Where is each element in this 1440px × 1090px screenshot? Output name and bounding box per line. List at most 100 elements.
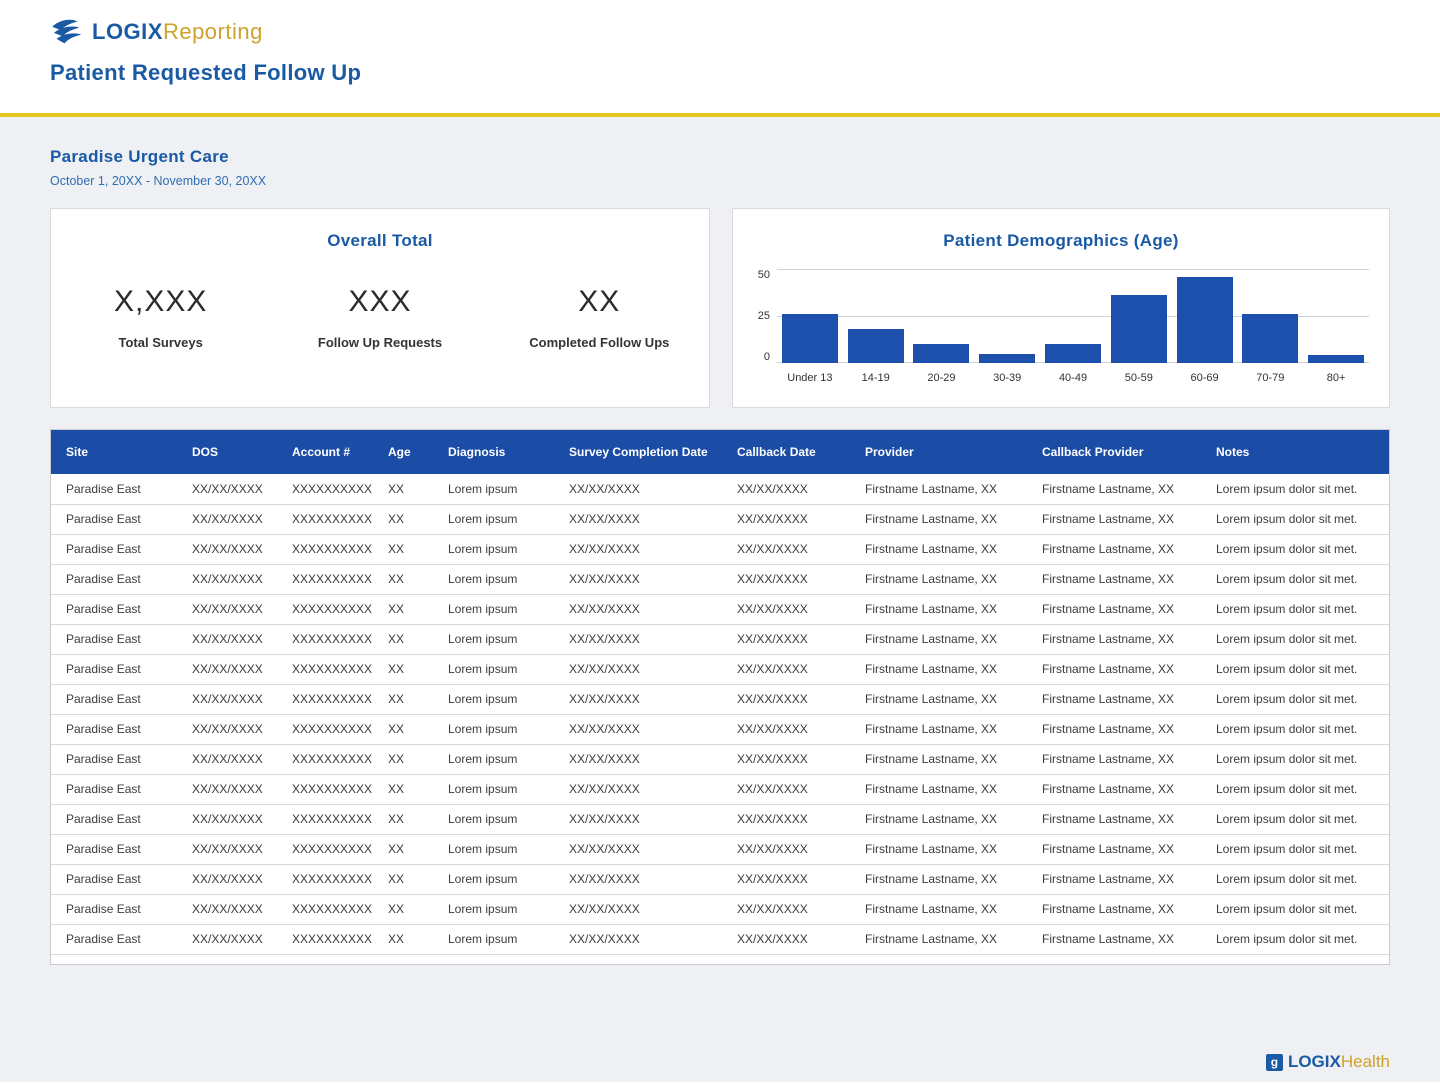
table-cell: Paradise East <box>51 924 177 955</box>
table-cell: XX/XX/XXXX <box>722 894 850 925</box>
table-cell: Lorem ipsum <box>433 834 554 865</box>
chart-x-axis: Under 13 14-19 20-29 30-39 40-49 50-59 60-69 70… <box>777 372 1369 384</box>
table-cell: XX/XX/XXXX <box>554 744 722 775</box>
table-cell: Lorem ipsum <box>433 864 554 895</box>
table-row: Paradise East XX/XX/XXXX XXXXXXXXXX XX Lorem… <box>51 474 1389 505</box>
column-header: Diagnosis <box>433 430 554 474</box>
table-cell: XX/XX/XXXX <box>554 774 722 805</box>
table-cell: XX <box>373 654 433 685</box>
table-row: Paradise East XX/XX/XXXX XXXXXXXXXX XX Lorem… <box>51 894 1389 925</box>
table-cell: Firstname Lastname, XX <box>850 684 1027 715</box>
x-tick-label: 20-29 <box>927 372 956 384</box>
table-cell: Lorem ipsum dolor sit met. <box>1201 924 1389 955</box>
table-cell: XX/XX/XXXX <box>722 774 850 805</box>
table-cell: Paradise East <box>51 864 177 895</box>
table-cell: Firstname Lastname, XX <box>1027 564 1201 595</box>
bar-slot-14-19 <box>843 269 909 363</box>
table-cell: XX/XX/XXXX <box>177 804 277 835</box>
table-cell: Paradise East <box>51 624 177 655</box>
table-cell: XX <box>373 594 433 625</box>
table-cell: Firstname Lastname, XX <box>850 924 1027 955</box>
table-cell: XX <box>373 834 433 865</box>
table-cell: Lorem ipsum <box>433 774 554 805</box>
table-cell: XX <box>373 894 433 925</box>
table-cell: XXXXXXXXXX <box>277 624 373 655</box>
bar-slot-30-39 <box>974 269 1040 363</box>
demographics-panel: Patient Demographics (Age) 50 25 0 Under 1… <box>732 208 1390 408</box>
column-header: Provider <box>850 430 1027 474</box>
chart-y-axis: 50 25 0 <box>747 269 777 363</box>
table-cell: Firstname Lastname, XX <box>850 714 1027 745</box>
table-cell: Firstname Lastname, XX <box>850 774 1027 805</box>
table-cell: Paradise East <box>51 804 177 835</box>
table-cell: Paradise East <box>51 714 177 745</box>
table-cell: XXXXXXXXXX <box>277 744 373 775</box>
stat-total-surveys: X,XXX Total Surveys <box>51 285 270 350</box>
chart-plot-area <box>777 269 1369 363</box>
y-tick-label: 50 <box>757 269 770 281</box>
bottom-strip <box>0 1082 1440 1090</box>
x-tick-label: 80+ <box>1326 372 1346 384</box>
table-cell: XX/XX/XXXX <box>177 864 277 895</box>
table-cell: XX/XX/XXXX <box>722 804 850 835</box>
table-cell: XX/XX/XXXX <box>177 594 277 625</box>
table-cell: XXXXXXXXXX <box>277 834 373 865</box>
table-cell: Paradise East <box>51 774 177 805</box>
table-cell: Paradise East <box>51 654 177 685</box>
table-cell: XX <box>373 774 433 805</box>
table-cell: Paradise East <box>51 834 177 865</box>
table-cell: XX <box>373 714 433 745</box>
table-row: Paradise East XX/XX/XXXX XXXXXXXXXX XX Lorem… <box>51 534 1389 565</box>
table-cell: Firstname Lastname, XX <box>850 804 1027 835</box>
page-title: Patient Requested Follow Up <box>50 60 362 85</box>
table-cell: XX/XX/XXXX <box>554 714 722 745</box>
logo-text: LOGIXReporting <box>92 19 263 45</box>
table-cell: Firstname Lastname, XX <box>1027 654 1201 685</box>
table-cell: Lorem ipsum dolor sit met. <box>1201 684 1389 715</box>
table-cell: XX/XX/XXXX <box>722 474 850 505</box>
table-cell: XX/XX/XXXX <box>177 474 277 505</box>
follow-up-table: Site DOS Account # Age Diagnosis Survey Compl… <box>51 430 1389 955</box>
table-cell: Lorem ipsum <box>433 474 554 505</box>
age-bar-chart: 50 25 0 Under 13 14-19 20-29 30-39 40-49 50-59 6… <box>747 269 1369 384</box>
column-header: Site <box>51 430 177 474</box>
table-cell: Firstname Lastname, XX <box>850 564 1027 595</box>
table-cell: XX/XX/XXXX <box>554 594 722 625</box>
table-cell: Lorem ipsum dolor sit met. <box>1201 504 1389 535</box>
stats-row: X,XXX Total Surveys XXX Follow Up Reques… <box>51 285 709 350</box>
column-header: Survey Completion Date <box>554 430 722 474</box>
table-cell: Firstname Lastname, XX <box>1027 504 1201 535</box>
stat-value: X,XXX <box>113 285 208 318</box>
table-cell: Lorem ipsum <box>433 564 554 595</box>
table-row: Paradise East XX/XX/XXXX XXXXXXXXXX XX Lorem… <box>51 774 1389 805</box>
table-cell: Firstname Lastname, XX <box>1027 864 1201 895</box>
chart-title: Patient Demographics (Age) <box>943 231 1179 250</box>
table-cell: XX/XX/XXXX <box>722 744 850 775</box>
table-cell: XX <box>373 684 433 715</box>
bar <box>847 329 904 363</box>
yellow-divider <box>0 113 1440 117</box>
page-header: LOGIXReporting Patient Requested Follow … <box>0 0 1440 113</box>
table-cell: XX <box>373 804 433 835</box>
column-header: Notes <box>1201 430 1389 474</box>
table-row: Paradise East XX/XX/XXXX XXXXXXXXXX XX Lorem… <box>51 654 1389 685</box>
logix-reporting-logo: LOGIXReporting <box>50 18 1390 46</box>
table-cell: Firstname Lastname, XX <box>1027 624 1201 655</box>
table-cell: XX/XX/XXXX <box>177 894 277 925</box>
bar-slot-60-69 <box>1172 269 1238 363</box>
overall-total-title: Overall Total <box>327 231 433 250</box>
table-cell: XX <box>373 744 433 775</box>
x-tick-label: 14-19 <box>861 372 890 384</box>
table-cell: Lorem ipsum <box>433 924 554 955</box>
table-cell: Firstname Lastname, XX <box>850 474 1027 505</box>
table-cell: XX/XX/XXXX <box>722 684 850 715</box>
logixhealth-icon: g <box>1265 1053 1283 1071</box>
table-cell: XXXXXXXXXX <box>277 594 373 625</box>
table-cell: Lorem ipsum <box>433 894 554 925</box>
stat-value: XX <box>578 285 621 318</box>
table-cell: XX/XX/XXXX <box>554 654 722 685</box>
table-cell: XX/XX/XXXX <box>554 804 722 835</box>
table-cell: Lorem ipsum dolor sit met. <box>1201 594 1389 625</box>
table-cell: Paradise East <box>51 534 177 565</box>
table-cell: Paradise East <box>51 894 177 925</box>
